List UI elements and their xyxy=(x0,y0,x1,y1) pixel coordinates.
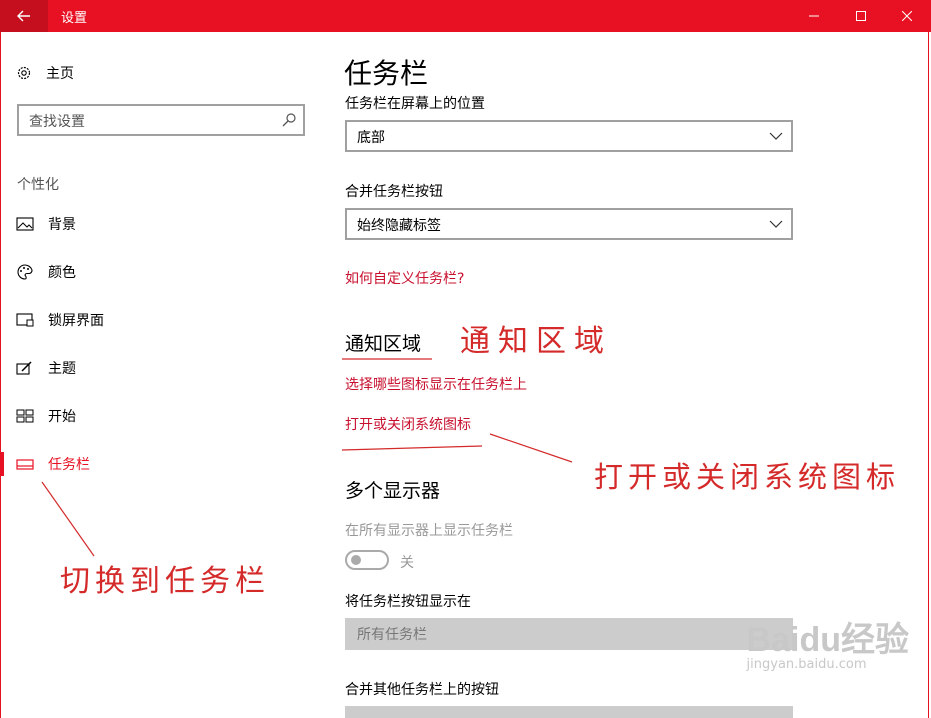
watermark-brand: Baidu经验 xyxy=(746,621,909,659)
annotation-notify: 通知区域 xyxy=(460,324,612,359)
annotation-system-icons: 打开或关闭系统图标 xyxy=(594,460,901,494)
annotation-switch-taskbar: 切换到任务栏 xyxy=(60,564,270,599)
baidu-watermark: Baidu经验 jingyan.baidu.com xyxy=(747,612,909,672)
